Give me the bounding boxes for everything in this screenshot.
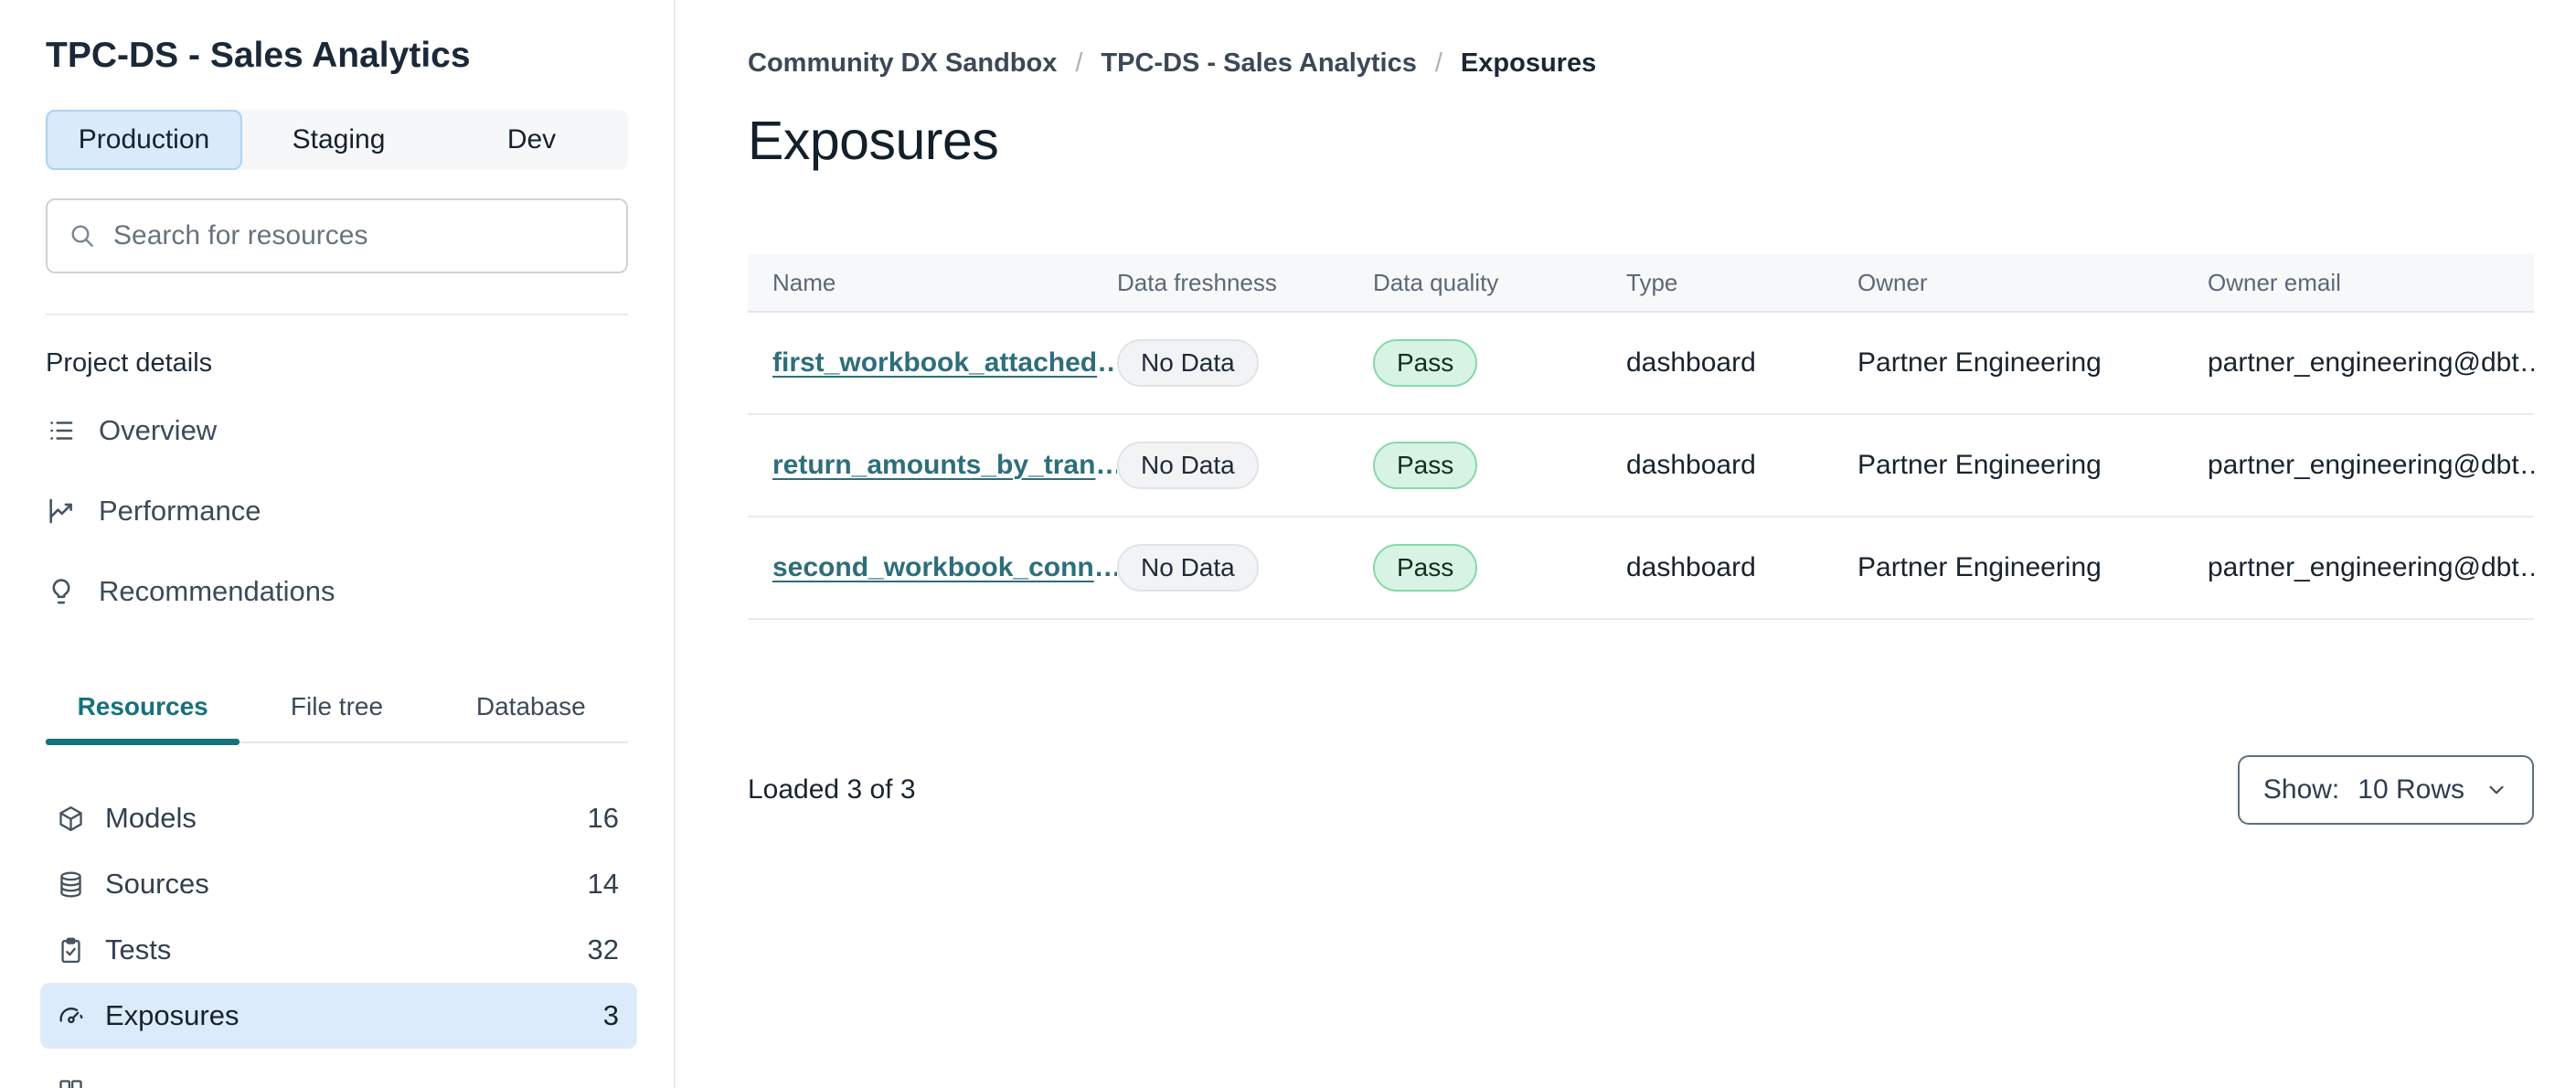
sidebar-item-label: Recommendations — [99, 575, 335, 607]
truncation-mark: … — [1097, 347, 1117, 378]
owner-email-cell: partner_engineering@dbt… — [2208, 552, 2534, 583]
data-quality-badge: Pass — [1373, 339, 1478, 387]
grid-icon — [59, 1079, 82, 1088]
resource-count: 3 — [602, 999, 619, 1031]
resource-list: Models 16 Sources 14 Tests 32 Exposures … — [40, 785, 637, 1088]
project-nav: Overview Performance Recommendations — [46, 390, 628, 632]
sidebar-resource-partial[interactable] — [40, 1058, 637, 1088]
resource-label: Models — [105, 802, 197, 834]
env-tab-production[interactable]: Production — [46, 110, 242, 170]
exposure-name-link[interactable]: first_workbook_attached… — [772, 347, 1117, 378]
sidebar-resource-tests[interactable]: Tests 32 — [40, 917, 637, 983]
gauge-icon — [59, 1007, 83, 1023]
data-freshness-badge: No Data — [1117, 442, 1259, 489]
sidebar-item-overview[interactable]: Overview — [46, 390, 628, 471]
resource-count: 32 — [587, 933, 619, 965]
project-title: TPC-DS - Sales Analytics — [46, 36, 471, 75]
data-quality-badge: Pass — [1373, 442, 1478, 489]
rows-per-page-dropdown[interactable]: Show: 10 Rows — [2237, 755, 2534, 825]
data-quality-badge: Pass — [1373, 544, 1478, 592]
sidebar-resource-exposures[interactable]: Exposures 3 — [40, 983, 637, 1049]
table-row: return_amounts_by_tran… No Data Pass das… — [748, 415, 2534, 517]
sidebar: TPC-DS - Sales Analytics Production Stag… — [0, 0, 676, 1088]
resource-label: Tests — [105, 933, 172, 965]
owner-cell: Partner Engineering — [1857, 450, 2102, 480]
type-cell: dashboard — [1626, 450, 1756, 480]
resource-tabs: Resources File tree Database — [46, 685, 628, 745]
environment-tabs: Production Staging Dev — [46, 110, 628, 170]
loaded-status: Loaded 3 of 3 — [748, 774, 916, 805]
sidebar-item-label: Overview — [99, 414, 218, 446]
truncation-mark: … — [1094, 552, 1117, 582]
breadcrumb-current: Exposures — [1460, 48, 1597, 78]
env-tab-staging[interactable]: Staging — [242, 110, 435, 170]
search-box[interactable] — [46, 198, 628, 273]
page-title: Exposures — [748, 111, 999, 171]
sidebar-resource-models[interactable]: Models 16 — [40, 785, 637, 851]
resource-count: 16 — [587, 802, 619, 834]
truncation-mark: … — [2519, 347, 2534, 378]
resource-label: Exposures — [105, 999, 240, 1031]
owner-cell: Partner Engineering — [1857, 552, 2102, 582]
main-content: Community DX Sandbox / TPC-DS - Sales An… — [676, 0, 2576, 1088]
chart-line-icon — [49, 498, 72, 524]
sidebar-item-performance[interactable]: Performance — [46, 471, 628, 551]
column-header-name: Name — [772, 268, 836, 296]
table-header-row: Name Data freshness Data quality Type Ow… — [748, 254, 2534, 313]
column-header-data-freshness: Data freshness — [1117, 268, 1277, 296]
type-cell: dashboard — [1626, 552, 1756, 582]
truncation-mark: … — [1095, 450, 1117, 480]
env-tab-dev[interactable]: Dev — [435, 110, 628, 170]
owner-email-cell: partner_engineering@dbt… — [2208, 450, 2534, 481]
table-row: first_workbook_attached… No Data Pass da… — [748, 313, 2534, 415]
tab-resources[interactable]: Resources — [46, 685, 240, 745]
exposure-name-link[interactable]: second_workbook_conn… — [772, 552, 1117, 582]
column-header-owner-email: Owner email — [2208, 268, 2341, 296]
sidebar-section-divider — [46, 314, 628, 315]
show-value: 10 Rows — [2358, 774, 2464, 805]
truncation-mark: … — [2519, 450, 2534, 480]
column-header-data-quality: Data quality — [1373, 268, 1499, 296]
data-freshness-badge: No Data — [1117, 339, 1259, 387]
tab-file-tree[interactable]: File tree — [240, 685, 433, 741]
database-icon — [60, 871, 81, 897]
owner-cell: Partner Engineering — [1857, 347, 2102, 378]
tab-database[interactable]: Database — [434, 685, 628, 741]
project-details-label: Project details — [46, 348, 213, 378]
clipboard-check-icon — [61, 937, 80, 963]
sidebar-item-label: Performance — [99, 495, 261, 527]
data-freshness-badge: No Data — [1117, 544, 1259, 592]
breadcrumb-project[interactable]: TPC-DS - Sales Analytics — [1101, 46, 1416, 80]
search-input[interactable] — [113, 220, 606, 251]
column-header-type: Type — [1626, 268, 1678, 296]
chevron-down-icon — [2489, 785, 2504, 795]
type-cell: dashboard — [1626, 347, 1756, 378]
resource-label: Sources — [105, 868, 209, 900]
breadcrumb-separator: / — [1434, 48, 1442, 78]
owner-email-cell: partner_engineering@dbt… — [2208, 347, 2534, 379]
sidebar-resource-sources[interactable]: Sources 14 — [40, 851, 637, 917]
table-footer: Loaded 3 of 3 Show: 10 Rows — [748, 755, 2534, 825]
search-icon — [71, 225, 93, 247]
table-row: second_workbook_conn… No Data Pass dashb… — [748, 517, 2534, 620]
resource-count: 14 — [587, 868, 619, 900]
app-root: TPC-DS - Sales Analytics Production Stag… — [0, 0, 2576, 1088]
lightbulb-icon — [52, 579, 70, 604]
cube-icon — [59, 805, 82, 831]
breadcrumb-account[interactable]: Community DX Sandbox — [748, 46, 1057, 80]
sidebar-item-recommendations[interactable]: Recommendations — [46, 551, 628, 632]
exposure-name-link[interactable]: return_amounts_by_tran… — [772, 450, 1117, 480]
breadcrumb-separator: / — [1075, 48, 1083, 78]
truncation-mark: … — [2519, 552, 2534, 582]
column-header-owner: Owner — [1857, 268, 1928, 296]
show-label: Show: — [2262, 774, 2340, 805]
list-icon — [50, 421, 73, 440]
exposures-table: Name Data freshness Data quality Type Ow… — [748, 254, 2534, 620]
breadcrumb: Community DX Sandbox / TPC-DS - Sales An… — [748, 46, 2534, 80]
